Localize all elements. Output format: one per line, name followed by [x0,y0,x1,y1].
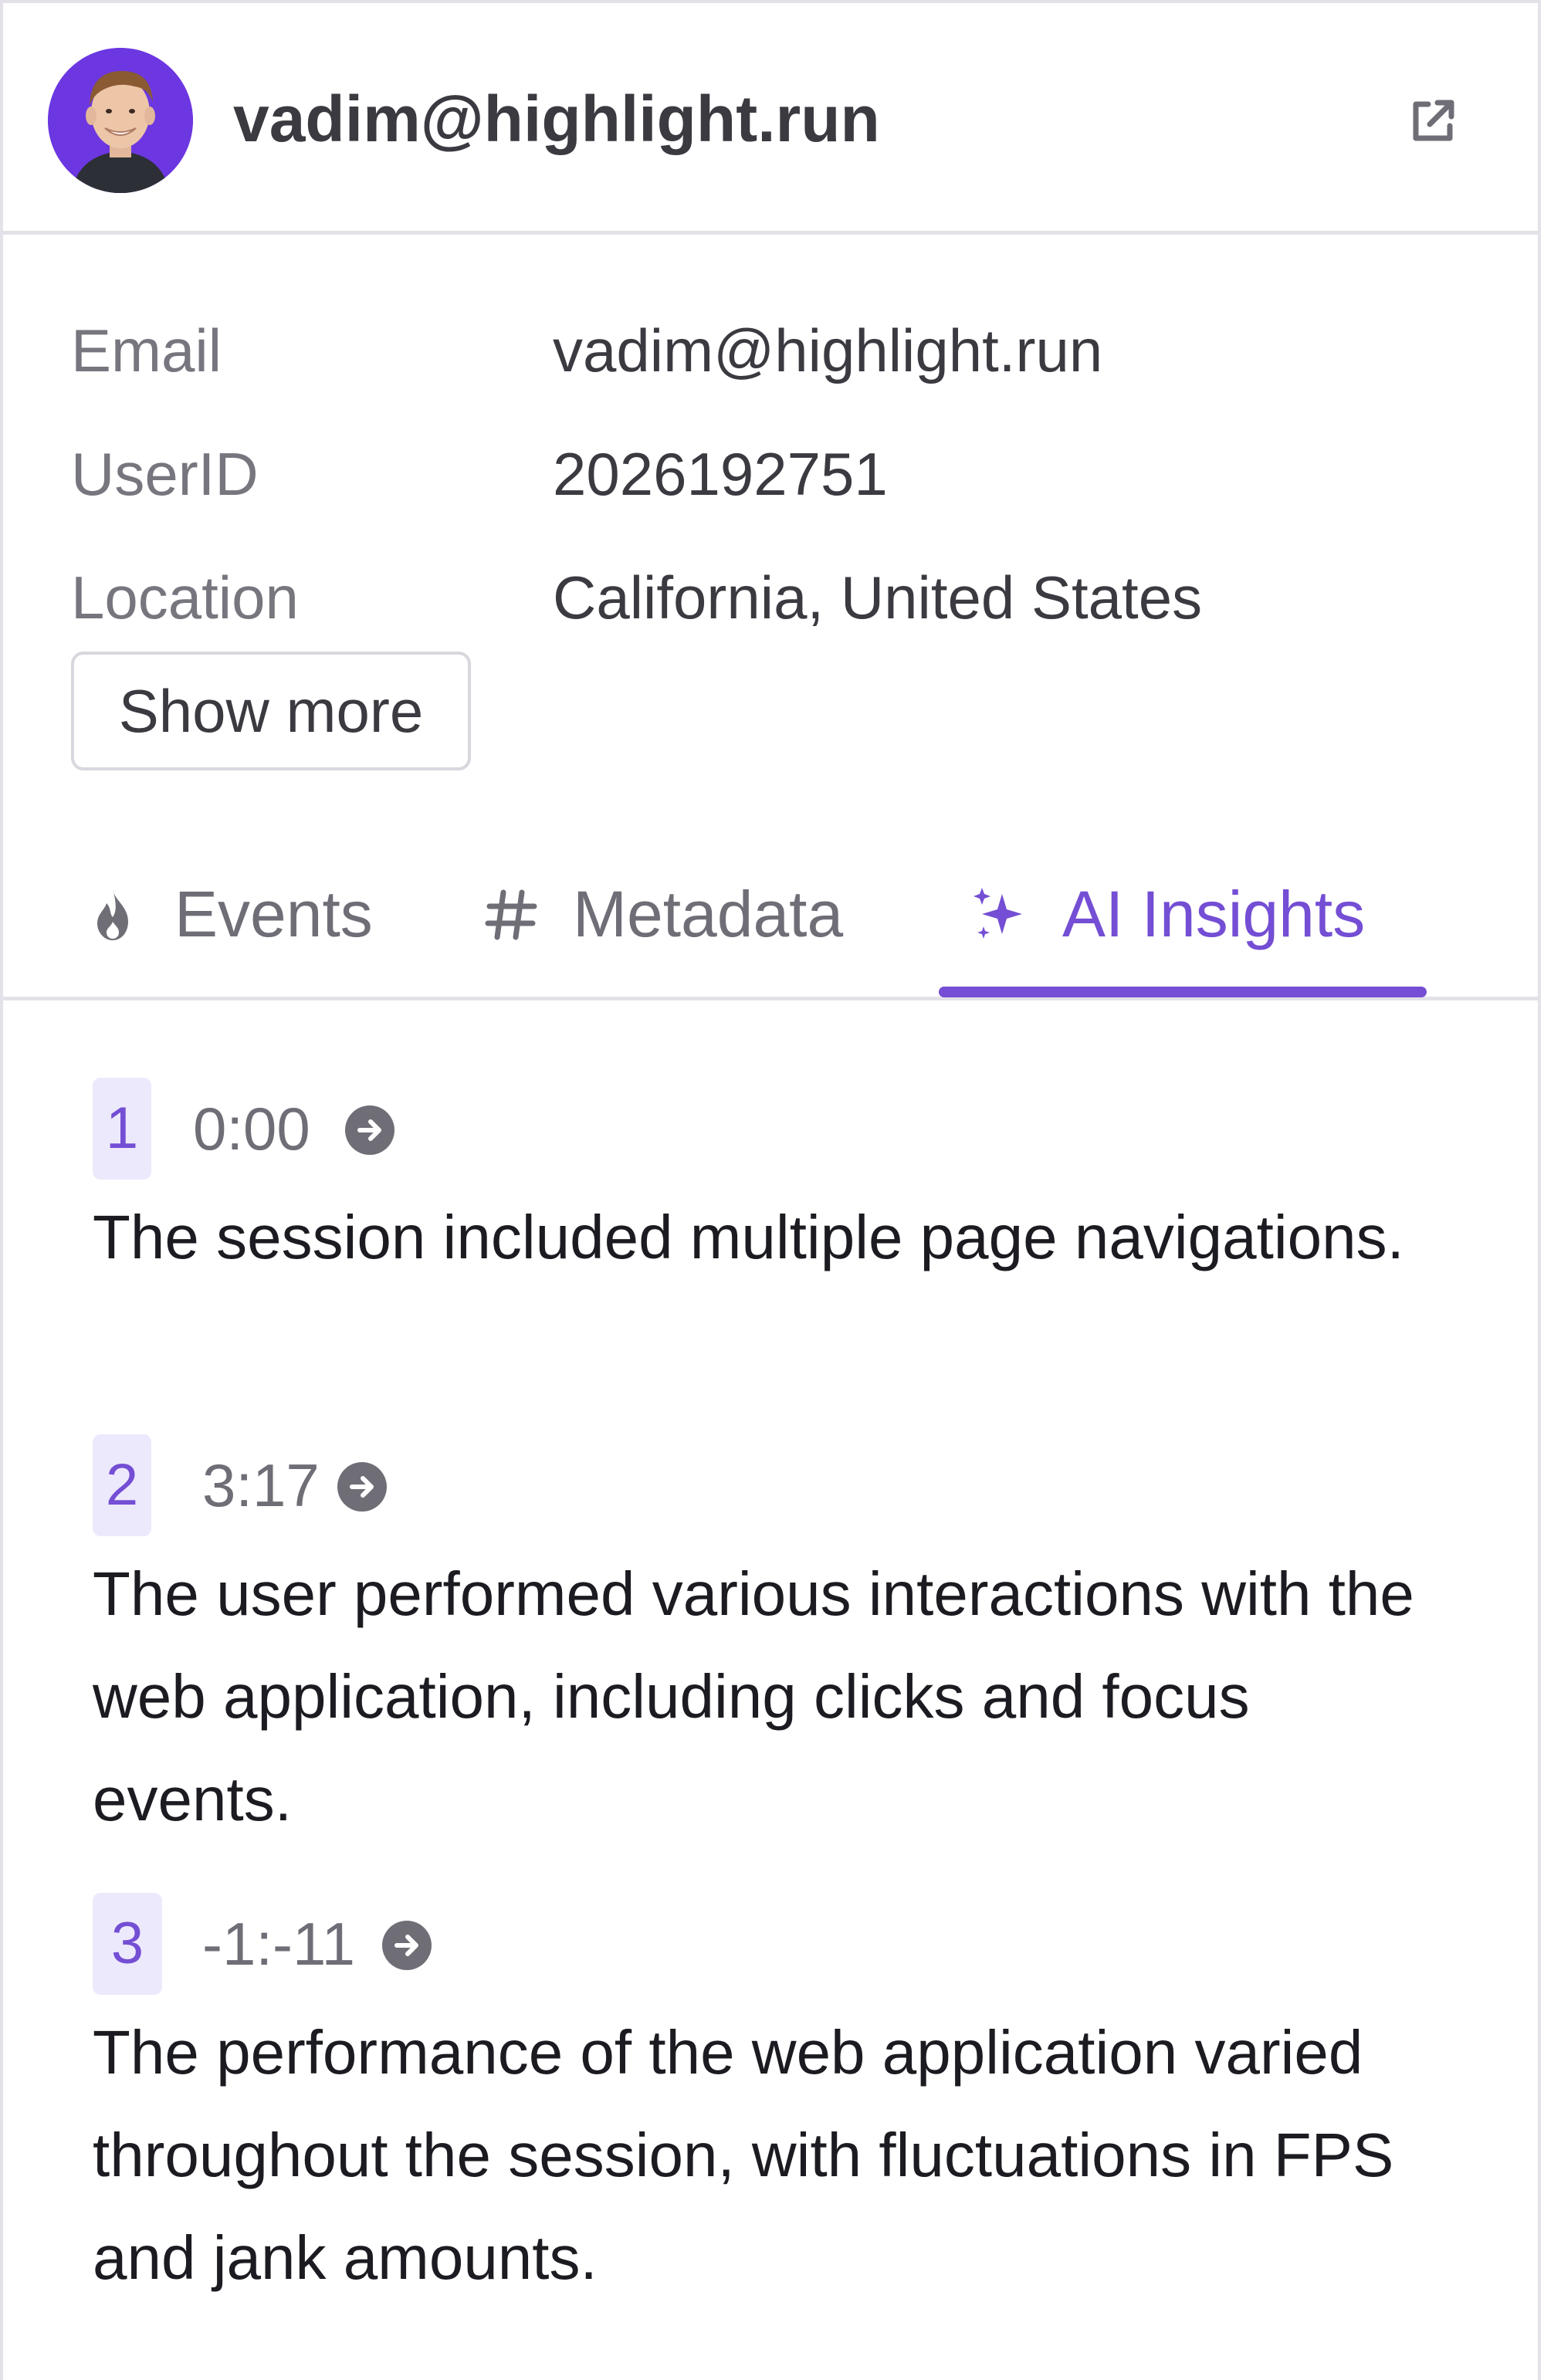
external-link-icon[interactable] [1405,93,1461,149]
detail-row-location: Location California, United States [71,559,1461,636]
flame-icon [83,883,142,945]
detail-key: Location [71,564,299,631]
sparkles-icon [971,883,1030,945]
insight-number-badge: 1 [93,1078,151,1180]
detail-value: California, United States [553,564,1203,631]
user-header: vadim@highlight.run [3,3,1538,235]
insight-item-3: 3 -1:-11 The performance of the web appl… [93,1893,1451,2309]
show-more-button[interactable]: Show more [71,652,471,770]
insight-item-2: 2 3:17 The user performed various intera… [93,1434,1451,1850]
active-tab-indicator [939,987,1427,997]
insight-item-1: 1 0:00 The session included multiple pag… [93,1078,1451,1288]
arrow-right-circle-icon[interactable] [337,1461,388,1512]
insight-header: 1 0:00 [93,1078,1451,1180]
insight-header: 2 3:17 [93,1434,1451,1536]
user-name: vadim@highlight.run [233,83,880,155]
user-panel: vadim@highlight.run Email vadim@highligh… [0,0,1541,2380]
arrow-right-circle-icon[interactable] [381,1920,432,1971]
detail-row-userid: UserID 2026192751 [71,435,1461,513]
detail-key: Email [71,317,222,384]
tab-ai-insights[interactable]: AI Insights [971,868,1434,960]
detail-row-email: Email vadim@highlight.run [71,312,1461,389]
detail-key: UserID [71,440,259,508]
tab-label: Metadata [573,878,844,950]
tab-label: AI Insights [1062,878,1366,950]
insight-header: 3 -1:-11 [93,1893,1451,1995]
insight-text: The user performed various interactions … [93,1559,1414,1833]
insight-timestamp[interactable]: 0:00 [193,1078,310,1180]
tab-metadata[interactable]: Metadata [482,868,883,960]
tab-events[interactable]: Events [83,868,392,960]
arrow-right-circle-icon[interactable] [344,1105,395,1156]
tab-label: Events [174,878,373,950]
insight-number-badge: 3 [93,1893,162,1995]
insight-text: The performance of the web application v… [93,2018,1394,2292]
hash-icon [482,883,540,945]
user-avatar [48,48,193,193]
insight-text: The session included multiple page navig… [93,1203,1404,1271]
tab-bar: Events Metadata AI Insights [3,821,1541,1000]
insight-timestamp[interactable]: 3:17 [202,1434,320,1536]
detail-value: vadim@highlight.run [553,317,1103,384]
insight-number-badge: 2 [93,1434,151,1536]
avatar-photo-icon [48,48,193,193]
insight-timestamp[interactable]: -1:-11 [202,1893,355,1995]
detail-value: 2026192751 [553,440,888,508]
